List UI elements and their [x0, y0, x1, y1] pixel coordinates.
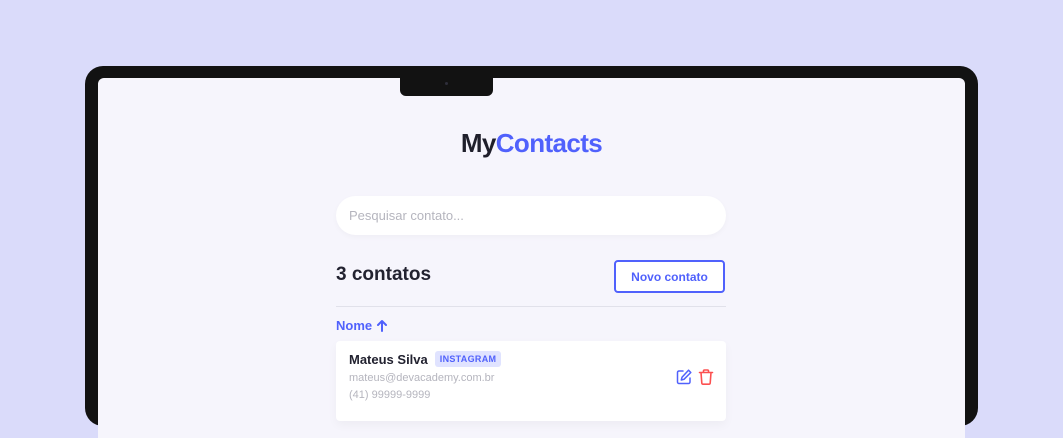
- contact-name: Mateus Silva: [349, 351, 428, 367]
- new-contact-button[interactable]: Novo contato: [614, 260, 725, 293]
- contact-email: mateus@devacademy.com.br: [349, 372, 495, 384]
- trash-icon[interactable]: [697, 368, 715, 386]
- logo-contacts: Contacts: [495, 128, 603, 158]
- contact-name-row: Mateus Silva INSTAGRAM: [349, 351, 502, 367]
- camera-notch: [400, 78, 493, 96]
- contacts-count: 3 contatos: [336, 264, 432, 285]
- arrow-up-icon: [377, 320, 388, 332]
- app-logo: MyContacts: [0, 128, 1063, 159]
- logo-my: My: [460, 128, 497, 158]
- edit-icon[interactable]: [675, 368, 693, 386]
- category-badge: INSTAGRAM: [434, 351, 502, 367]
- contact-card: Mateus Silva INSTAGRAM mateus@devacademy…: [336, 341, 726, 421]
- sort-label: Nome: [336, 318, 373, 333]
- contact-actions: [675, 368, 715, 386]
- camera-icon: [445, 82, 448, 85]
- sort-by-name-button[interactable]: Nome: [336, 318, 388, 333]
- contact-phone: (41) 99999-9999: [349, 389, 431, 401]
- header-divider: [336, 306, 726, 307]
- search-input[interactable]: [336, 196, 726, 235]
